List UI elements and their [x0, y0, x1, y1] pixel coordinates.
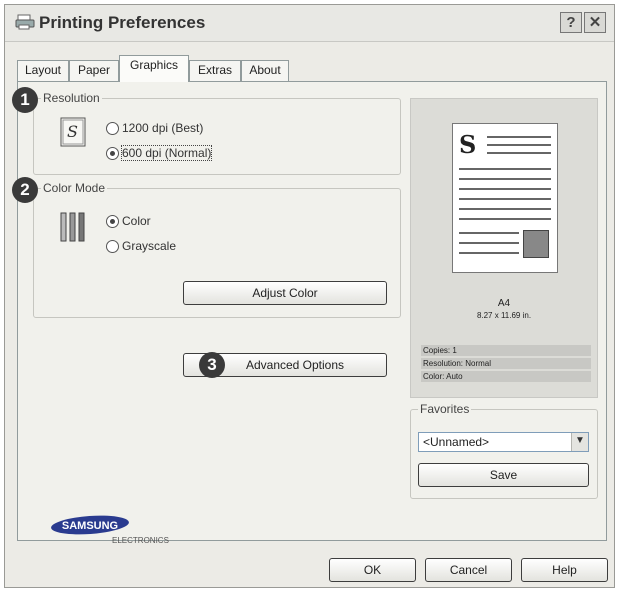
resolution-icon-letter: S [67, 122, 78, 141]
favorites-select-value: <Unnamed> [423, 435, 490, 449]
tab-paper[interactable]: Paper [69, 60, 119, 81]
radio-600-dpi-label[interactable]: 600 dpi (Normal) [120, 145, 213, 161]
favorites-label: Favorites [418, 402, 472, 416]
page-preview-letter: S [459, 130, 477, 159]
printing-preferences-window: Printing Preferences ? ✕ Layout Paper Gr… [4, 4, 615, 588]
radio-color[interactable] [106, 215, 119, 228]
title-bar: Printing Preferences ? ✕ [5, 5, 614, 42]
callout-badge-2: 2 [12, 177, 38, 203]
help-title-button[interactable]: ? [560, 12, 582, 33]
radio-color-label[interactable]: Color [122, 214, 151, 228]
close-title-button[interactable]: ✕ [584, 12, 606, 33]
radio-1200-dpi-label[interactable]: 1200 dpi (Best) [122, 121, 203, 135]
radio-600-dpi[interactable] [106, 147, 119, 160]
favorites-select[interactable]: <Unnamed> ▼ [418, 432, 589, 452]
window-title: Printing Preferences [39, 13, 206, 32]
svg-text:SAMSUNG: SAMSUNG [62, 520, 118, 532]
callout-badge-1: 1 [12, 87, 38, 113]
callout-badge-3: 3 [199, 352, 225, 378]
page-preview-image [523, 230, 549, 258]
radio-grayscale[interactable] [106, 240, 119, 253]
tab-graphics[interactable]: Graphics [119, 55, 189, 82]
resolution-label: Resolution [41, 91, 102, 105]
help-button[interactable]: Help [521, 558, 608, 582]
paper-name: A4 [497, 298, 511, 309]
color-mode-label: Color Mode [41, 181, 108, 195]
info-resolution: Resolution: Normal [421, 358, 591, 369]
cancel-button[interactable]: Cancel [425, 558, 512, 582]
tab-layout[interactable]: Layout [17, 60, 69, 81]
page-preview: S [452, 123, 558, 273]
info-copies: Copies: 1 [421, 345, 591, 356]
radio-1200-dpi[interactable] [106, 122, 119, 135]
radio-grayscale-label[interactable]: Grayscale [122, 239, 176, 253]
tab-about[interactable]: About [241, 60, 289, 81]
paper-size: 8.27 x 11.69 in. [476, 311, 532, 320]
adjust-color-button[interactable]: Adjust Color [183, 281, 387, 305]
save-button[interactable]: Save [418, 463, 589, 487]
chevron-down-icon[interactable]: ▼ [571, 433, 588, 451]
printer-icon [15, 14, 35, 30]
samsung-logo: SAMSUNG [51, 515, 129, 535]
tab-extras[interactable]: Extras [189, 60, 241, 81]
samsung-electronics-text: ELECTRONICS [112, 536, 169, 545]
info-color: Color: Auto [421, 371, 591, 382]
ok-button[interactable]: OK [329, 558, 416, 582]
page-preview-panel: S A4 8.27 x 11.69 in. Copies: 1 Resoluti… [410, 98, 598, 398]
color-mode-icon [60, 212, 85, 242]
resolution-group [33, 98, 401, 175]
